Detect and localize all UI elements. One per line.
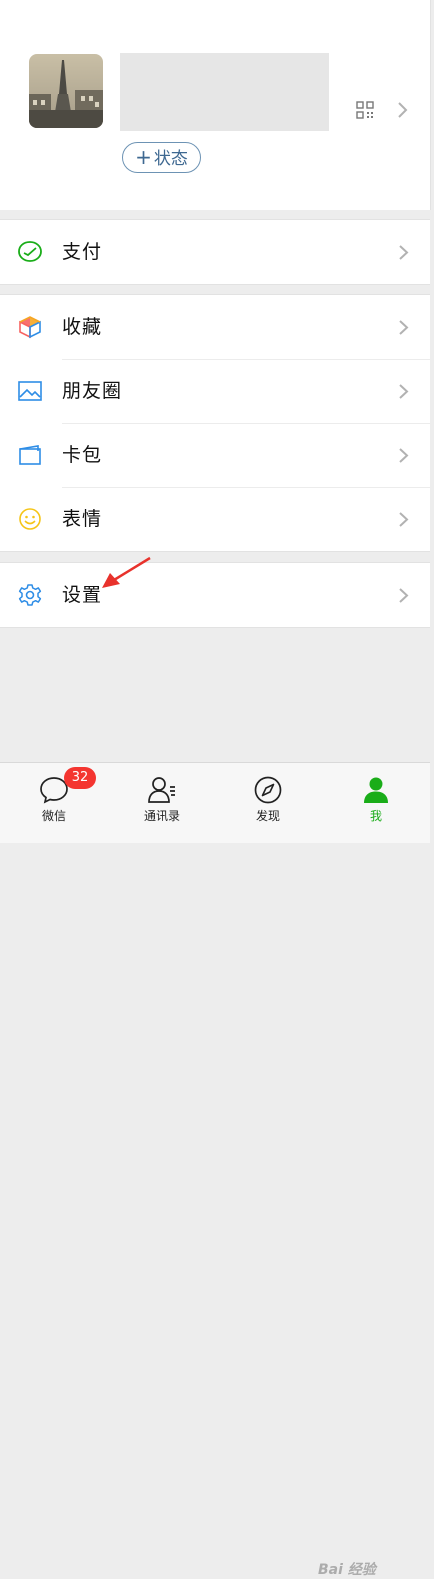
plus-icon: + [135, 145, 152, 169]
chevron-right-icon [399, 588, 409, 603]
person-icon [364, 777, 388, 803]
chevron-right-icon [399, 448, 409, 463]
tab-label-discover: 发现 [255, 809, 280, 823]
menu-item-cards[interactable]: 卡包 [0, 423, 430, 487]
menu-label-favorites: 收藏 [62, 316, 103, 338]
avatar[interactable] [29, 54, 103, 128]
chevron-right-icon [399, 320, 409, 335]
chevron-right-icon [398, 102, 408, 118]
pay-icon [18, 241, 42, 262]
add-status-button[interactable]: + 状态 [122, 142, 201, 173]
settings-group: 设置 [0, 562, 430, 628]
smiley-icon [19, 508, 41, 530]
menu-item-pay[interactable]: 支付 [0, 220, 430, 284]
features-group: 收藏 朋友圈 卡包 表情 [0, 294, 430, 552]
tab-label-me: 我 [369, 809, 382, 823]
menu-label-cards: 卡包 [62, 444, 103, 466]
pay-group: 支付 [0, 219, 430, 285]
unread-badge: 32 [64, 767, 96, 789]
image-icon [18, 381, 42, 401]
profile-name-redacted [120, 53, 329, 131]
menu-item-favorites[interactable]: 收藏 [0, 295, 430, 359]
menu-item-moments[interactable]: 朋友圈 [0, 359, 430, 423]
profile-header[interactable]: + 状态 [0, 0, 431, 210]
watermark-logo: Bai 经验 [318, 1562, 376, 1578]
tab-chats[interactable]: 32 微信 [0, 763, 108, 843]
tab-label-chats: 微信 [41, 809, 66, 823]
card-wallet-icon [19, 445, 41, 465]
menu-label-moments: 朋友圈 [62, 380, 123, 402]
compass-icon [254, 776, 282, 804]
annotation-arrow-icon [102, 556, 151, 588]
tab-me[interactable]: 我 [322, 763, 430, 843]
qr-code-icon[interactable] [356, 101, 374, 119]
tab-contacts[interactable]: 通讯录 [108, 763, 216, 843]
menu-label-pay: 支付 [62, 241, 103, 263]
chevron-right-icon [399, 384, 409, 399]
menu-item-stickers[interactable]: 表情 [0, 487, 430, 551]
cube-icon [19, 316, 41, 339]
chevron-right-icon [399, 512, 409, 527]
bottom-tab-bar: 32 微信 通讯录 发现 我 Bai 经验 [0, 762, 430, 1578]
chevron-right-icon [399, 245, 409, 260]
tab-label-contacts: 通讯录 [143, 809, 180, 823]
menu-item-settings[interactable]: 设置 [0, 563, 430, 627]
gear-icon [18, 584, 42, 606]
menu-label-stickers: 表情 [62, 508, 103, 530]
status-label: 状态 [153, 149, 188, 169]
contacts-icon [148, 777, 175, 803]
tab-discover[interactable]: 发现 [214, 763, 322, 843]
